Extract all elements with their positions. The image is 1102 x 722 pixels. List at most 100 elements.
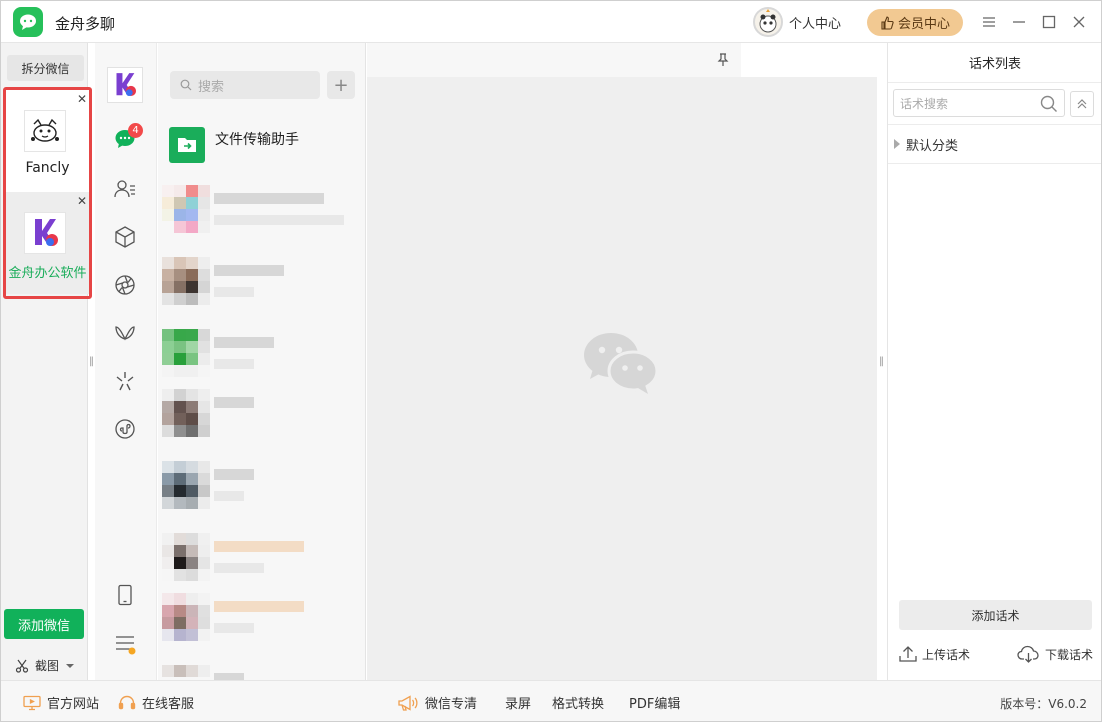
list-item[interactable]	[162, 593, 362, 647]
record-link[interactable]: 录屏	[505, 693, 531, 712]
phone-icon[interactable]	[113, 583, 137, 607]
add-script-button[interactable]: 添加话术	[899, 600, 1092, 630]
chat-name: 文件传输助手	[215, 132, 299, 148]
chat-search-input[interactable]: 搜索	[170, 71, 320, 99]
monitor-icon	[23, 695, 41, 710]
list-item[interactable]	[162, 533, 362, 587]
contacts-icon[interactable]	[113, 177, 137, 201]
search-placeholder: 搜索	[198, 79, 225, 95]
script-panel: 话术列表 话术搜索 默认分类 添加话术 上传话术 下载话术	[887, 43, 1101, 680]
cloud-download-icon	[1017, 645, 1039, 663]
thumb-icon	[881, 15, 894, 30]
main-header	[367, 43, 741, 77]
blurred-avatar	[162, 389, 210, 437]
account-item-jinzhou[interactable]: ✕ 金舟办公软件	[6, 192, 89, 294]
blurred-avatar	[162, 329, 210, 377]
pin-icon[interactable]	[717, 53, 729, 67]
category-label: 默认分类	[906, 138, 959, 154]
megaphone-icon	[398, 694, 418, 711]
list-item[interactable]	[162, 329, 362, 383]
cube-icon[interactable]	[113, 225, 137, 249]
vip-center-button[interactable]: 会员中心	[867, 9, 963, 36]
blurred-avatar	[162, 185, 210, 233]
collapse-handle-left[interactable]: ‖	[89, 356, 94, 367]
screenshot-button[interactable]: 截图	[15, 657, 75, 674]
official-site-link[interactable]: 官方网站	[23, 693, 99, 712]
chevron-down-icon[interactable]	[65, 662, 75, 670]
add-wechat-button[interactable]: 添加微信	[4, 609, 84, 639]
screenshot-label: 截图	[35, 659, 60, 673]
folder-icon	[169, 127, 205, 163]
format-convert-link[interactable]: 格式转换	[552, 693, 604, 712]
scissors-icon	[15, 659, 29, 673]
upload-icon	[899, 646, 917, 662]
list-item[interactable]	[162, 185, 362, 239]
add-chat-button[interactable]: +	[327, 71, 355, 99]
list-item[interactable]	[162, 389, 362, 443]
split-wechat-button[interactable]: 拆分微信	[7, 55, 84, 81]
more-menu-icon[interactable]	[113, 631, 137, 655]
pdf-edit-link[interactable]: PDF编辑	[629, 693, 680, 712]
online-service-link[interactable]: 在线客服	[118, 693, 194, 712]
menu-icon[interactable]	[979, 12, 999, 32]
script-search-input[interactable]: 话术搜索	[893, 89, 1065, 117]
official-site-label: 官方网站	[47, 697, 100, 712]
mini-program-icon[interactable]	[113, 417, 137, 441]
wechat-clean-link[interactable]: 微信专清	[397, 693, 477, 712]
unread-badge: 4	[128, 123, 143, 138]
close-icon[interactable]	[1069, 12, 1089, 32]
user-avatar	[753, 7, 783, 37]
account-list-highlight: ✕ Fancly ✕ 金舟办公软件	[3, 87, 92, 299]
list-item[interactable]	[162, 257, 362, 311]
account-name: Fancly	[25, 160, 70, 176]
triangle-right-icon	[894, 139, 900, 149]
search-discover-icon[interactable]	[113, 369, 137, 393]
upload-script-button[interactable]: 上传话术	[898, 645, 970, 663]
script-panel-title: 话术列表	[888, 43, 1101, 83]
profile-center-button[interactable]: 个人中心	[753, 7, 841, 37]
status-bar: 官方网站 在线客服 微信专清 录屏 格式转换 PDF编辑 版本号：V6.0.2	[1, 680, 1101, 721]
blurred-avatar	[162, 533, 210, 581]
app-logo-icon	[13, 7, 43, 37]
online-service-label: 在线客服	[142, 697, 195, 712]
blurred-avatar	[162, 257, 210, 305]
nav-bar: 4	[95, 43, 157, 680]
blurred-avatar	[162, 593, 210, 641]
download-script-button[interactable]: 下载话术	[1017, 645, 1093, 663]
list-item[interactable]	[162, 665, 362, 680]
close-icon[interactable]: ✕	[77, 92, 87, 106]
title-bar: 金舟多聊 个人中心 会员中心	[1, 1, 1101, 43]
search-icon	[180, 79, 192, 91]
category-default[interactable]: 默认分类	[888, 124, 1101, 164]
wechat-logo-icon	[581, 331, 661, 399]
account-avatar	[24, 212, 66, 254]
upload-label: 上传话术	[922, 647, 971, 662]
blurred-avatar	[162, 665, 210, 680]
headset-icon	[118, 695, 136, 709]
collapse-up-icon[interactable]	[1070, 91, 1094, 117]
close-icon[interactable]: ✕	[77, 194, 87, 208]
collapse-handle-right[interactable]: ‖	[879, 356, 884, 367]
script-search-placeholder: 话术搜索	[900, 96, 949, 111]
chat-list: 搜索 + 文件传输助手	[158, 43, 366, 680]
channels-icon[interactable]	[113, 321, 137, 345]
minimize-icon[interactable]	[1009, 12, 1029, 32]
maximize-icon[interactable]	[1039, 12, 1059, 32]
account-item-fancly[interactable]: ✕ Fancly	[6, 90, 89, 192]
app-window: 金舟多聊 个人中心 会员中心 拆分微信 ✕ Fancly ✕ 金舟办公软件 添加…	[0, 0, 1102, 722]
blurred-avatar	[162, 461, 210, 509]
list-item-file-helper[interactable]: 文件传输助手	[158, 123, 365, 173]
download-label: 下载话术	[1045, 647, 1094, 662]
main-header-right	[741, 43, 877, 77]
list-item[interactable]	[162, 461, 362, 515]
wechat-clean-label: 微信专清	[425, 697, 478, 712]
vip-center-label: 会员中心	[897, 17, 950, 32]
current-account-avatar[interactable]	[107, 67, 143, 103]
account-column: 拆分微信 ✕ Fancly ✕ 金舟办公软件 添加微信 截图	[1, 43, 92, 680]
search-icon[interactable]	[1040, 95, 1058, 113]
moments-icon[interactable]	[113, 273, 137, 297]
account-name: 金舟办公软件	[8, 266, 87, 281]
version-label: 版本号：V6.0.2	[1000, 697, 1087, 711]
account-avatar	[24, 110, 66, 152]
profile-center-label: 个人中心	[789, 16, 842, 32]
